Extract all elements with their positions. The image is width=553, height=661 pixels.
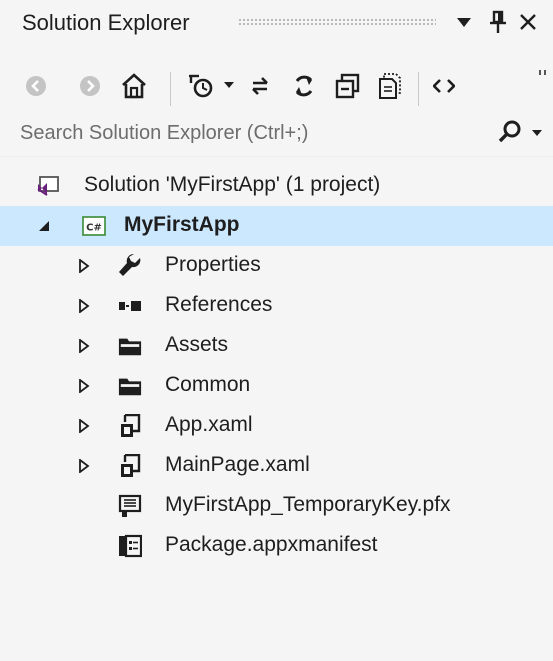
tree-item-label: Properties	[165, 253, 261, 276]
back-icon[interactable]	[24, 74, 48, 98]
tree-item-mainpage-xaml[interactable]: MainPage.xaml	[0, 446, 553, 486]
pin-icon[interactable]	[487, 9, 509, 35]
tree-item-label: App.xaml	[165, 413, 253, 436]
certificate-icon	[118, 494, 142, 518]
toolbar-separator	[418, 72, 419, 106]
toolbar	[0, 62, 553, 110]
title-bar: Solution Explorer	[0, 0, 553, 48]
expand-triangle-icon[interactable]	[76, 458, 92, 474]
tree-item-properties[interactable]: Properties	[0, 246, 553, 286]
manifest-icon	[118, 534, 142, 558]
home-icon[interactable]	[120, 72, 148, 100]
refresh-icon[interactable]	[290, 72, 318, 100]
csharp-project-icon: C#	[82, 214, 106, 238]
view-code-icon[interactable]	[430, 74, 458, 98]
pending-changes-icon[interactable]	[186, 72, 216, 100]
tree-item-package-manifest[interactable]: Package.appxmanifest	[0, 526, 553, 566]
tree-item-label: MyFirstApp	[124, 213, 240, 236]
expand-triangle-icon[interactable]	[76, 418, 92, 434]
svg-text:C#: C#	[86, 223, 102, 234]
sync-icon[interactable]	[246, 72, 274, 100]
expand-triangle-icon[interactable]	[76, 338, 92, 354]
tree-item-label: Common	[165, 373, 251, 396]
expand-triangle-icon[interactable]	[76, 298, 92, 314]
tree-item-solution[interactable]: Solution 'MyFirstApp' (1 project)	[0, 166, 553, 206]
tree-item-assets[interactable]: Assets	[0, 326, 553, 366]
tree-item-label: MyFirstApp_TemporaryKey.pfx	[165, 493, 451, 516]
tree-item-common[interactable]: Common	[0, 366, 553, 406]
more-icon[interactable]	[536, 68, 550, 78]
folder-icon	[118, 334, 142, 358]
panel-title: Solution Explorer	[22, 10, 190, 35]
search-bar	[0, 110, 553, 157]
expand-triangle-icon[interactable]	[76, 378, 92, 394]
xaml-file-icon	[118, 454, 142, 478]
tree-item-label: Package.appxmanifest	[165, 533, 378, 556]
close-icon[interactable]	[516, 10, 540, 34]
tree-item-label: Assets	[165, 333, 229, 356]
tree-item-temporary-key[interactable]: MyFirstApp_TemporaryKey.pfx	[0, 486, 553, 526]
tree-item-label: MainPage.xaml	[165, 453, 310, 476]
references-icon	[118, 294, 142, 318]
solution-icon	[36, 174, 60, 198]
tree-item-references[interactable]: References	[0, 286, 553, 326]
search-icon[interactable]	[496, 118, 524, 146]
forward-icon[interactable]	[78, 74, 102, 98]
tree-item-label: Solution 'MyFirstApp' (1 project)	[84, 173, 381, 196]
collapse-triangle-icon[interactable]	[36, 218, 52, 234]
collapse-all-icon[interactable]	[334, 72, 362, 100]
drag-grip[interactable]	[238, 18, 436, 27]
tree-item-app-xaml[interactable]: App.xaml	[0, 406, 553, 446]
tree-item-project[interactable]: C# MyFirstApp	[0, 206, 553, 246]
xaml-file-icon	[118, 414, 142, 438]
search-input[interactable]	[20, 116, 460, 150]
dropdown-arrow-icon[interactable]	[530, 126, 544, 140]
dropdown-arrow-icon[interactable]	[455, 14, 473, 32]
toolbar-separator	[170, 72, 171, 106]
folder-icon	[118, 374, 142, 398]
tree-item-label: References	[165, 293, 273, 316]
show-all-files-icon[interactable]	[376, 72, 404, 100]
expand-triangle-icon[interactable]	[76, 258, 92, 274]
wrench-icon	[118, 254, 142, 278]
dropdown-arrow-icon[interactable]	[222, 78, 236, 92]
